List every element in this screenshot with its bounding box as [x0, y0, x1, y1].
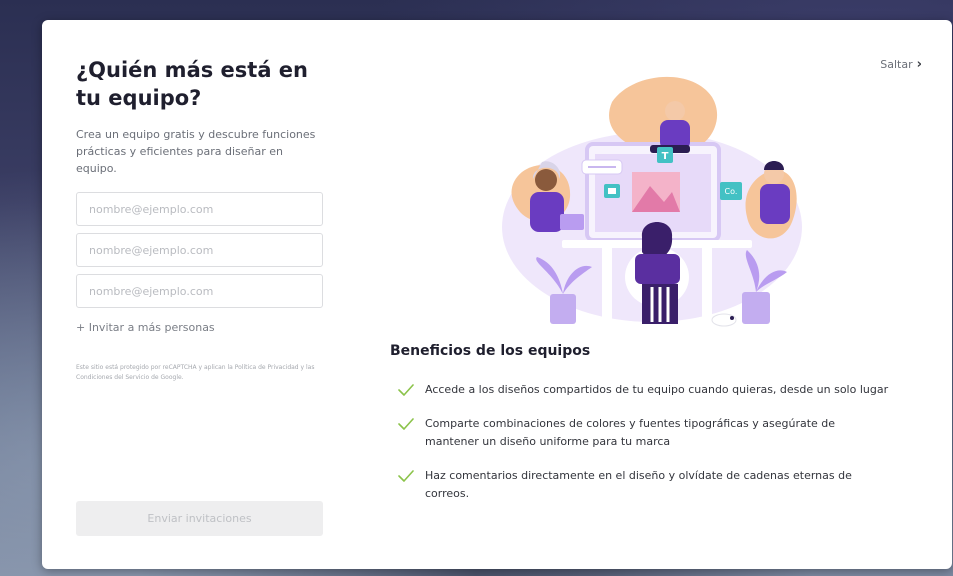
- email-field-2[interactable]: [76, 233, 323, 267]
- person-center-shirt: [635, 254, 680, 284]
- skip-button[interactable]: Saltar ›: [880, 58, 922, 71]
- laptop: [560, 214, 584, 230]
- dog-ear: [730, 316, 734, 320]
- skip-label: Saltar: [880, 58, 913, 71]
- benefit-item: Accede a los diseños compartidos de tu e…: [398, 381, 908, 399]
- co-badge-label: Co.: [725, 187, 738, 196]
- chevron-right-icon: ›: [916, 57, 922, 72]
- benefit-text: Comparte combinaciones de colores y fuen…: [425, 417, 836, 448]
- person-right-shirt: [760, 184, 790, 224]
- table-leg-left: [602, 248, 612, 324]
- email-field-1[interactable]: [76, 192, 323, 226]
- benefits-title: Beneficios de los equipos: [390, 343, 591, 359]
- person-left-head: [535, 169, 557, 191]
- check-icon: [398, 470, 414, 482]
- check-icon: [398, 384, 414, 396]
- person-left-shirt: [530, 192, 564, 232]
- pot-left: [550, 294, 576, 324]
- page-title: ¿Quién más está en tu equipo?: [76, 58, 309, 110]
- t-badge-label: T: [662, 151, 669, 162]
- recaptcha-notice: Este sitio está protegido por reCAPTCHA …: [76, 364, 315, 381]
- benefit-text: Accede a los diseños compartidos de tu e…: [425, 383, 889, 396]
- check-icon: [398, 418, 414, 430]
- invite-more-link[interactable]: + Invitar a más personas: [76, 321, 215, 334]
- dog: [711, 313, 737, 327]
- table-leg-right: [702, 248, 712, 324]
- person-right-hair: [764, 161, 784, 170]
- benefit-item: Comparte combinaciones de colores y fuen…: [398, 415, 908, 451]
- folder-icon: [608, 188, 616, 194]
- send-invitations-button[interactable]: Enviar invitaciones: [76, 501, 323, 536]
- team-invite-modal: ¿Quién más está en tu equipo? Crea un eq…: [42, 20, 952, 569]
- benefit-item: Haz comentarios directamente en el diseñ…: [398, 467, 908, 503]
- page-subtitle: Crea un equipo gratis y descubre funcion…: [76, 128, 316, 175]
- person-top-head: [665, 101, 685, 121]
- benefit-text: Haz comentarios directamente en el diseñ…: [425, 469, 852, 500]
- email-field-3[interactable]: [76, 274, 323, 308]
- pot-right: [742, 292, 770, 324]
- invite-panel: ¿Quién más está en tu equipo? Crea un eq…: [76, 56, 326, 308]
- team-illustration: T Co.: [502, 76, 802, 327]
